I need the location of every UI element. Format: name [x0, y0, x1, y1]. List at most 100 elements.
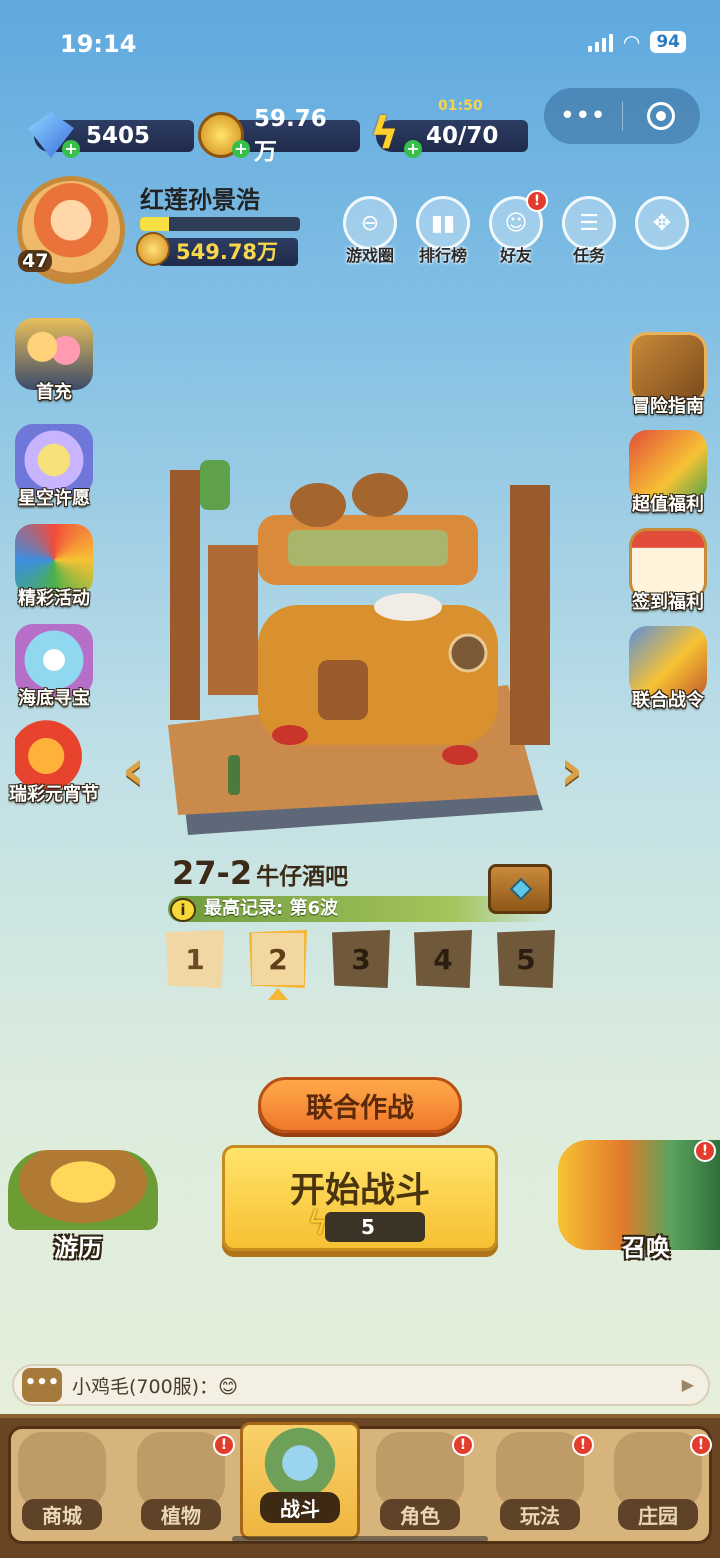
events-button[interactable]: 精彩活动 [0, 524, 108, 610]
add-diamond-icon[interactable]: + [62, 140, 80, 158]
sea-treasure-button[interactable]: 海底寻宝 [0, 624, 108, 710]
chat-message: 小鸡毛(700服)：😊 [72, 1375, 238, 1398]
gold-counter[interactable]: 549.78万 [150, 238, 298, 266]
checkin-bonus-label: 签到福利 [632, 592, 704, 613]
value-bonus-button[interactable]: 超值福利 [614, 430, 720, 516]
wave-2-button[interactable]: 2 [249, 930, 307, 988]
tab-battle-label: 战斗 [260, 1492, 340, 1523]
energy-timer: 01:50 [438, 98, 483, 114]
tab-manor-label: 庄园 [618, 1499, 698, 1530]
battle-pass-button[interactable]: 联合战令 [614, 626, 720, 712]
scene-center-barrel [318, 660, 368, 720]
tab-shop[interactable]: 商城 [6, 1432, 118, 1544]
adventure-guide-button[interactable]: 冒险指南 [614, 332, 720, 418]
characters-alert-badge: ! [452, 1434, 474, 1456]
gameplay-icon [496, 1432, 584, 1508]
cowboy-bar-scene[interactable] [148, 455, 560, 840]
coin-counter[interactable]: + 59.76万 [198, 106, 360, 165]
travel-label: 游历 [54, 1234, 102, 1262]
more-options-button[interactable]: ••• [544, 88, 622, 144]
add-energy-icon[interactable]: + [404, 140, 422, 158]
tab-characters[interactable]: 角色 ! [364, 1432, 476, 1544]
chest-gem-icon [509, 877, 533, 901]
summon-alert-badge: ! [694, 1140, 716, 1162]
summon-label: 召唤 [622, 1234, 670, 1262]
wave-5-button[interactable]: 5 [497, 930, 555, 988]
player-name: 红莲孙景浩 [140, 186, 260, 214]
scene-stool [442, 745, 478, 765]
scene-sign-panel [288, 530, 448, 566]
energy-amount: 40/70 [426, 123, 499, 149]
tab-plants-label: 植物 [141, 1499, 221, 1530]
scene-bar-counter [258, 605, 498, 745]
gold-amount: 549.78万 [176, 240, 279, 264]
chat-bubble-icon: ••• [22, 1368, 62, 1402]
tab-plants[interactable]: 植物 ! [125, 1432, 237, 1544]
xp-bar [140, 217, 300, 231]
checkin-bonus-button[interactable]: 签到福利 [614, 528, 720, 614]
status-indicators: ◠ 94 [587, 30, 686, 54]
home-indicator [232, 1536, 488, 1542]
scene-bottle [228, 755, 240, 795]
start-battle-button[interactable]: 开始战斗 5 ϟ [222, 1145, 498, 1251]
target-icon [647, 102, 676, 130]
start-battle-label: 开始战斗 [289, 1171, 430, 1211]
gold-key-icon [136, 232, 170, 266]
battle-pass-label: 联合战令 [632, 690, 704, 711]
prev-stage-arrow[interactable]: ‹ [122, 738, 145, 803]
tab-gameplay[interactable]: 玩法 ! [484, 1432, 596, 1544]
first-recharge-button[interactable]: 首充 [0, 318, 108, 404]
wave-1-button[interactable]: 1 [166, 930, 224, 988]
coin-amount: 59.76万 [254, 106, 327, 165]
scene-dartboard [448, 633, 488, 673]
travel-button[interactable] [8, 1150, 158, 1230]
wave-3-button[interactable]: 3 [332, 930, 390, 988]
leaderboard-button[interactable]: ▮▮ 排行榜 [413, 196, 473, 266]
manor-icon [614, 1432, 702, 1508]
scene-left-wall [170, 470, 200, 720]
lightning-icon: ϟ [307, 1204, 329, 1242]
more-button[interactable]: ✥ [632, 196, 692, 250]
stage-title: 27-2 牛仔酒吧 [172, 854, 348, 892]
energy-counter[interactable]: ϟ + 01:50 40/70 [370, 98, 528, 158]
star-wish-label: 星空许愿 [18, 488, 90, 509]
scene-right-wall [510, 485, 550, 745]
friends-label: 好友 [499, 246, 532, 265]
chat-expand-icon[interactable]: ▶ [682, 1375, 694, 1394]
scene-cactus [200, 460, 230, 510]
stage-reward-chest[interactable] [488, 864, 552, 914]
wave-4-button[interactable]: 4 [414, 930, 472, 988]
xp-fill [140, 217, 169, 231]
adventure-guide-label: 冒险指南 [632, 396, 704, 417]
lantern-festival-button[interactable]: 瑞彩元宵节 [0, 720, 108, 806]
friends-button[interactable]: ☺ 好友 ! [486, 190, 548, 266]
next-stage-arrow[interactable]: › [560, 738, 583, 803]
star-wish-button[interactable]: 星空许愿 [0, 424, 108, 510]
game-circle-button[interactable]: ⊖ 游戏圈 [340, 196, 400, 266]
gameplay-alert-badge: ! [572, 1434, 594, 1456]
world-chat-bar[interactable]: ••• 小鸡毛(700服)：😊 ▶ [12, 1364, 710, 1406]
leaderboard-label: 排行榜 [418, 246, 467, 265]
friends-alert-badge: ! [526, 190, 548, 212]
sea-treasure-label: 海底寻宝 [18, 688, 90, 709]
tab-battle[interactable]: 战斗 [240, 1422, 360, 1540]
current-wave-pointer [268, 988, 288, 1000]
more-icon: ✥ [635, 196, 689, 250]
player-level: 47 [18, 250, 53, 272]
diamond-counter[interactable]: + 5405 [28, 112, 194, 158]
manor-alert-badge: ! [690, 1434, 712, 1456]
stage-number: 27-2 [172, 854, 253, 892]
scene-barrel [352, 473, 408, 517]
close-miniprogram-button[interactable] [623, 88, 701, 144]
miniprogram-capsule: ••• [544, 88, 700, 144]
tasks-button[interactable]: ☰ 任务 [559, 196, 619, 266]
tab-gameplay-label: 玩法 [500, 1499, 580, 1530]
add-coin-icon[interactable]: + [232, 140, 250, 158]
value-bonus-label: 超值福利 [632, 494, 704, 515]
diamond-amount: 5405 [86, 123, 151, 149]
wifi-icon: ◠ [622, 30, 641, 54]
tab-manor[interactable]: 庄园 ! [602, 1432, 714, 1544]
tasks-label: 任务 [572, 246, 605, 265]
lantern-festival-label: 瑞彩元宵节 [9, 784, 99, 805]
coop-battle-button[interactable]: 联合作战 [258, 1077, 462, 1133]
